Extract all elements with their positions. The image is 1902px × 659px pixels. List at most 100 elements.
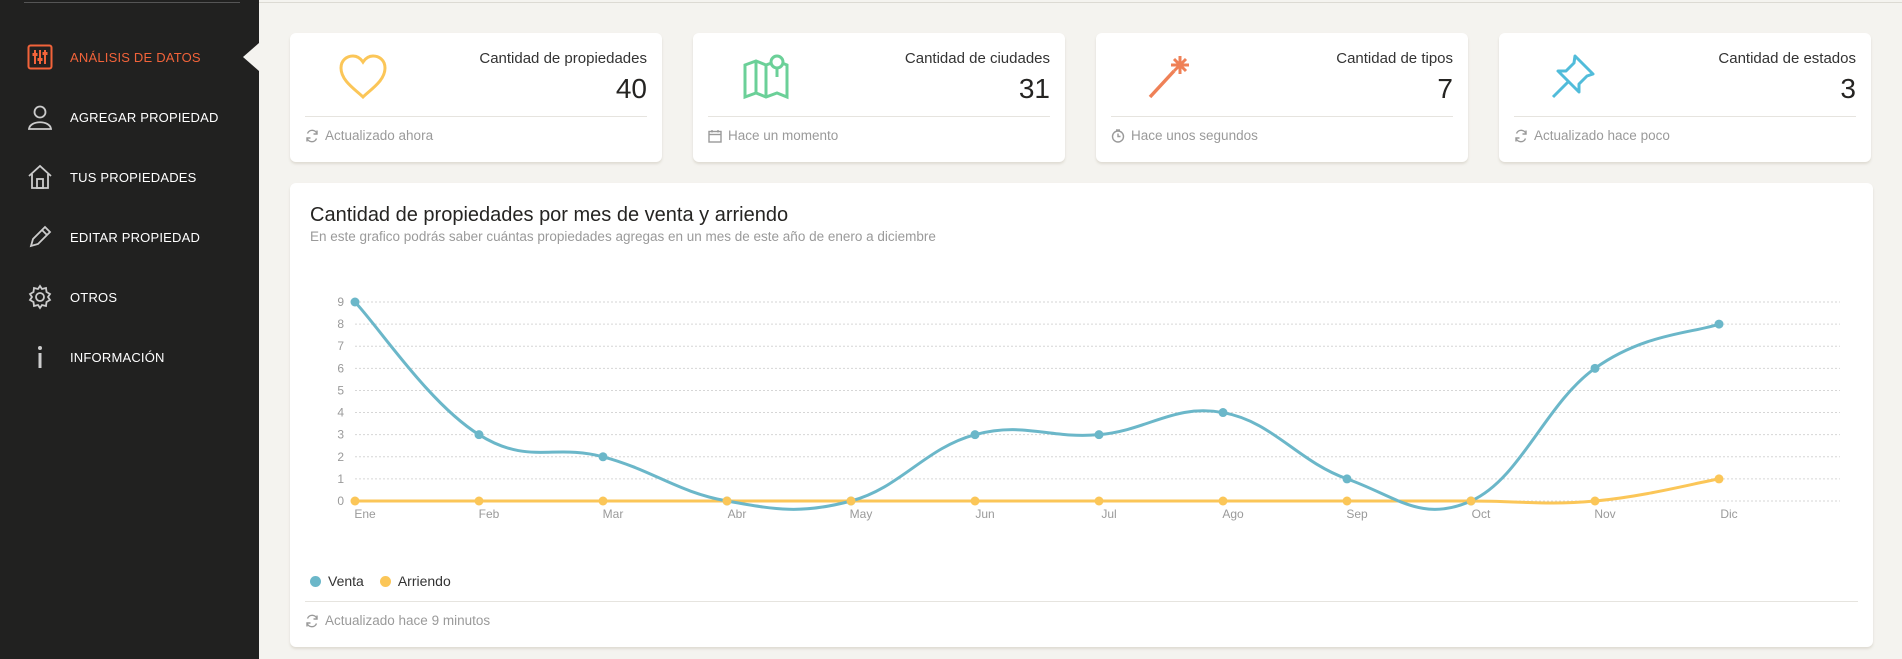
stat-divider — [305, 116, 647, 117]
stat-footer: Hace unos segundos — [1111, 128, 1258, 143]
data-point-venta — [598, 452, 608, 462]
data-point-venta — [474, 430, 484, 440]
legend-dot-arriendo — [379, 575, 391, 587]
x-tick-label: Dic — [1720, 507, 1737, 521]
y-tick-label: 0 — [337, 494, 344, 508]
data-point-arriendo — [1714, 474, 1724, 484]
stat-footer-text: Hace un momento — [728, 128, 839, 143]
data-point-arriendo — [970, 496, 980, 506]
sidebar-item-label: EDITAR PROPIEDAD — [70, 229, 201, 245]
stat-title: Cantidad de estados — [1718, 50, 1856, 67]
y-tick-label: 2 — [337, 450, 344, 464]
sidebar-item-editar-propiedad[interactable]: EDITAR PROPIEDAD — [0, 207, 259, 267]
sidebar-item-label: TUS PROPIEDADES — [70, 169, 197, 185]
data-point-venta — [970, 430, 980, 440]
data-point-venta — [1590, 363, 1600, 373]
x-tick-label: May — [850, 507, 873, 521]
stat-value: 3 — [1840, 73, 1856, 104]
stat-footer-text: Actualizado ahora — [325, 128, 434, 143]
heart-icon — [336, 51, 390, 105]
stat-title: Cantidad de ciudades — [904, 50, 1050, 67]
pencil-icon — [26, 223, 54, 251]
y-tick-label: 8 — [337, 317, 344, 331]
chart-footer-text: Actualizado hace 9 minutos — [325, 613, 491, 628]
top-divider — [259, 2, 1902, 3]
refresh-icon — [306, 129, 318, 142]
y-tick-label: 7 — [337, 339, 344, 353]
x-tick-label: Sep — [1346, 507, 1368, 521]
sidebar-item-otros[interactable]: OTROS — [0, 267, 259, 327]
y-tick-label: 4 — [337, 406, 344, 420]
sidebar-item-label: ANÁLISIS DE DATOS — [70, 49, 201, 65]
chart-card: Cantidad de propiedades por mes de venta… — [290, 183, 1873, 647]
sidebar-divider — [24, 2, 240, 3]
stat-divider — [708, 116, 1050, 117]
sidebar-item-agregar-propiedad[interactable]: AGREGAR PROPIEDAD — [0, 87, 259, 147]
x-tick-label: Ene — [354, 507, 376, 521]
refresh-icon — [1515, 129, 1527, 142]
sliders-icon — [26, 43, 54, 71]
stat-card-ciudades: Cantidad de ciudades 31 Hace un momento — [693, 33, 1065, 162]
data-point-arriendo — [1342, 496, 1352, 506]
stat-card-propiedades: Cantidad de propiedades 40 Actualizado a… — [290, 33, 662, 162]
data-point-arriendo — [1590, 496, 1600, 506]
chart-divider — [305, 601, 1858, 602]
stat-footer: Actualizado hace poco — [1514, 128, 1670, 143]
legend-label: Arriendo — [397, 573, 451, 589]
y-tick-label: 5 — [337, 383, 344, 397]
stat-card-estados: Cantidad de estados 3 Actualizado hace p… — [1499, 33, 1871, 162]
x-tick-label: Feb — [479, 507, 500, 521]
data-point-venta — [1218, 408, 1228, 418]
calendar-icon — [708, 129, 722, 143]
stat-footer: Hace un momento — [708, 128, 838, 143]
data-point-venta — [1342, 474, 1352, 484]
x-tick-label: Ago — [1222, 507, 1244, 521]
stat-footer-text: Actualizado hace poco — [1534, 128, 1670, 143]
home-icon — [26, 163, 54, 191]
y-tick-label: 9 — [337, 295, 344, 309]
data-point-arriendo — [1218, 496, 1228, 506]
data-point-arriendo — [474, 496, 484, 506]
x-tick-label: Nov — [1594, 507, 1615, 521]
data-point-arriendo — [598, 496, 608, 506]
data-point-arriendo — [350, 496, 360, 506]
map-icon — [739, 51, 793, 105]
refresh-icon — [306, 614, 318, 627]
line-chart: 0 1 2 3 4 5 6 7 8 9 Ene Feb Mar Abr May Jun Jul Ago Sep Oct… — [337, 295, 1840, 521]
user-icon — [26, 103, 54, 131]
data-point-arriendo — [1466, 496, 1476, 506]
sidebar-item-tus-propiedades[interactable]: TUS PROPIEDADES — [0, 147, 259, 207]
x-tick-label: Mar — [603, 507, 624, 521]
sidebar-item-informacion[interactable]: INFORMACIÓN — [0, 327, 259, 387]
stat-title: Cantidad de propiedades — [479, 50, 647, 67]
stat-value: 31 — [1018, 73, 1050, 104]
stat-value: 40 — [615, 73, 647, 104]
chart-legend: Venta Arriendo — [310, 573, 467, 589]
stat-card-tipos: Cantidad de tipos 7 Hace unos segundos — [1096, 33, 1468, 162]
x-tick-label: Jul — [1101, 507, 1116, 521]
y-tick-label: 1 — [337, 472, 344, 486]
legend-item-arriendo: Arriendo — [379, 573, 451, 589]
sidebar-item-label: OTROS — [70, 289, 118, 305]
y-tick-label: 3 — [337, 428, 344, 442]
x-tick-label: Oct — [1472, 507, 1491, 521]
stat-footer: Actualizado ahora — [305, 128, 433, 143]
data-point-venta — [1094, 430, 1104, 440]
legend-item-venta: Venta — [310, 573, 364, 589]
legend-dot-venta — [310, 575, 321, 587]
data-point-arriendo — [846, 496, 856, 506]
data-point-venta — [350, 297, 360, 307]
data-point-venta — [1714, 319, 1724, 329]
info-icon — [26, 343, 54, 371]
sidebar-item-label: INFORMACIÓN — [70, 349, 165, 365]
stat-value: 7 — [1437, 73, 1453, 104]
sidebar-item-label: AGREGAR PROPIEDAD — [70, 109, 219, 125]
stat-footer-text: Hace unos segundos — [1131, 128, 1258, 143]
clock-icon — [1111, 128, 1125, 143]
gear-icon — [26, 283, 54, 311]
magic-wand-icon — [1142, 51, 1196, 105]
pushpin-icon — [1545, 51, 1599, 105]
stat-title: Cantidad de tipos — [1336, 50, 1453, 67]
sidebar-item-analisis-de-datos[interactable]: ANÁLISIS DE DATOS — [0, 27, 259, 87]
data-point-arriendo — [722, 496, 732, 506]
